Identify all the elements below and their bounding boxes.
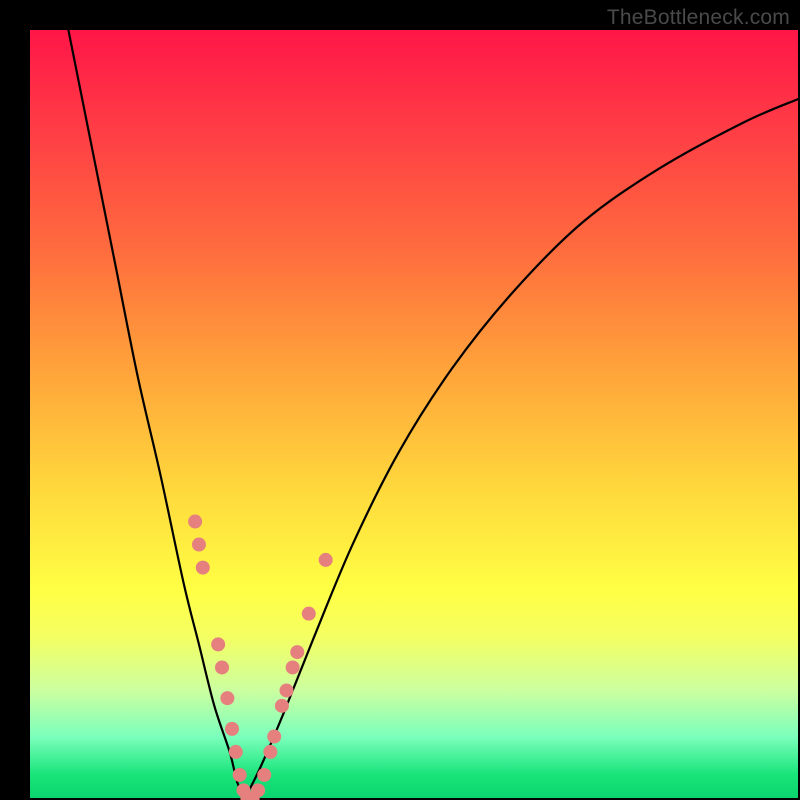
data-marker — [319, 553, 333, 567]
data-marker — [263, 745, 277, 759]
data-marker — [220, 691, 234, 705]
curve-left — [68, 30, 245, 798]
data-marker — [229, 745, 243, 759]
data-marker — [196, 561, 210, 575]
data-marker — [267, 730, 281, 744]
data-marker — [225, 722, 239, 736]
data-marker — [290, 645, 304, 659]
chart-frame: TheBottleneck.com — [0, 0, 800, 800]
data-marker — [280, 683, 294, 697]
data-marker — [215, 660, 229, 674]
watermark-text: TheBottleneck.com — [607, 6, 790, 30]
data-marker — [275, 699, 289, 713]
data-marker — [233, 768, 247, 782]
data-marker — [192, 538, 206, 552]
curve-group — [68, 30, 798, 798]
plot-area — [30, 30, 798, 798]
marker-group — [188, 515, 333, 800]
data-marker — [302, 607, 316, 621]
data-marker — [188, 515, 202, 529]
data-marker — [257, 768, 271, 782]
chart-svg — [30, 30, 798, 798]
curve-right — [245, 99, 798, 798]
data-marker — [211, 637, 225, 651]
data-marker — [286, 660, 300, 674]
data-marker — [251, 783, 265, 797]
